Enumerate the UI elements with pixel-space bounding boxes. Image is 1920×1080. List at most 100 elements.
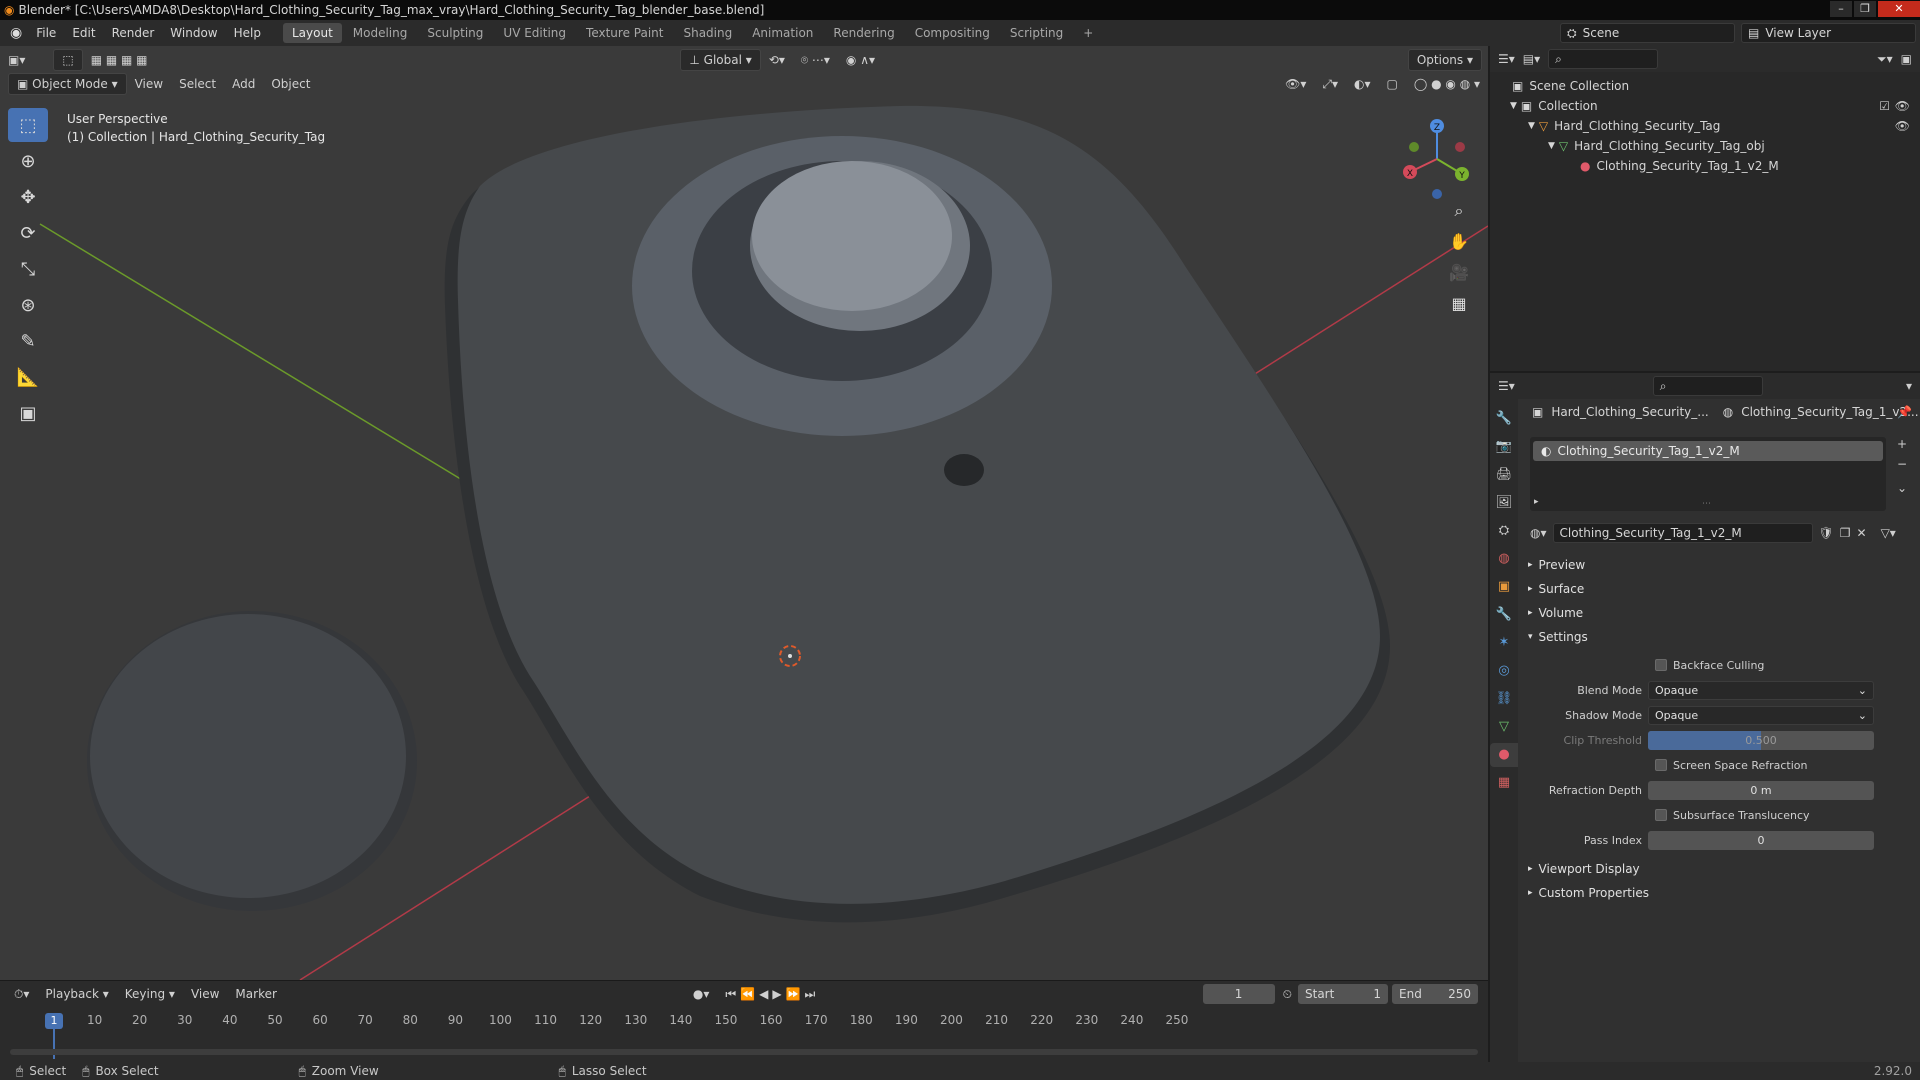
screen-space-refraction-checkbox[interactable] — [1655, 759, 1667, 771]
start-frame-field[interactable]: Start 1 — [1298, 984, 1388, 1004]
timeline-menu-view[interactable]: View — [183, 983, 227, 1005]
current-frame-field[interactable]: 1 — [1202, 984, 1275, 1004]
snap-icon[interactable]: ⌾ ⋯▾ — [793, 49, 838, 71]
add-cube-tool-icon[interactable]: ▣ — [8, 396, 48, 430]
timeline-ruler[interactable]: 10 20 30 40 50 60 70 80 90 100 110 120 130 140 150 160 1… — [0, 1009, 1488, 1031]
pan-hand-icon[interactable]: ✋ — [1444, 227, 1474, 257]
constraints-tab-icon[interactable]: ⛓ — [1490, 687, 1518, 711]
timeline-editor[interactable]: ⏱▾ Playback ▾ Keying ▾ View Marker ●▾ ⏮⏪… — [0, 980, 1488, 1062]
outliner-row-scene-collection[interactable]: ▣ Scene Collection — [1490, 76, 1920, 96]
expand-icon[interactable]: ▼ — [1510, 101, 1517, 111]
camera-view-icon[interactable]: 🎥 — [1444, 258, 1474, 288]
scene-tab-icon[interactable]: ⛭ — [1490, 519, 1518, 543]
refraction-depth-field[interactable]: 0 m — [1648, 780, 1874, 800]
panel-surface[interactable]: ▸ Surface — [1528, 579, 1584, 599]
tab-shading[interactable]: Shading — [674, 23, 741, 43]
tab-animation[interactable]: Animation — [743, 23, 822, 43]
navigation-gizmo[interactable]: Z X Y — [1392, 114, 1482, 204]
eye-icon[interactable]: 👁 — [1895, 99, 1910, 113]
add-slot-button[interactable]: + — [1892, 437, 1912, 457]
slot-specials-button[interactable]: ⌄ — [1892, 481, 1912, 501]
shading-modes-icon[interactable]: ◯ ● ◉ ◍ ▾ — [1406, 73, 1488, 95]
blender-menu-icon[interactable]: ◉ — [0, 25, 28, 41]
filter-icon[interactable]: ⏷▾ — [1877, 52, 1893, 67]
overlays-icon[interactable]: ◐▾ — [1346, 73, 1379, 95]
current-frame-indicator[interactable]: 1 — [45, 1013, 63, 1029]
panel-custom-properties[interactable]: ▸ Custom Properties — [1528, 883, 1649, 903]
tool-tab-icon[interactable]: 🔧 — [1490, 407, 1518, 431]
properties-options-icon[interactable]: ▾ — [1906, 379, 1912, 393]
gizmo-toggle-icon[interactable]: ⤢▾ — [1314, 73, 1346, 95]
end-frame-field[interactable]: End 250 — [1392, 984, 1478, 1004]
zoom-icon[interactable]: ⌕ — [1444, 196, 1474, 226]
object-tab-icon[interactable]: ▣ — [1490, 575, 1518, 599]
add-workspace-button[interactable]: + — [1074, 23, 1102, 43]
render-tab-icon[interactable]: 📷 — [1490, 435, 1518, 459]
tab-rendering[interactable]: Rendering — [824, 23, 903, 43]
material-slot-list[interactable]: ◐ Clothing_Security_Tag_1_v2_M ▸ ⋯ — [1530, 437, 1886, 511]
select-mode-icons[interactable]: ▦ ▦ ▦ ▦ — [83, 49, 156, 71]
menu-file[interactable]: File — [28, 20, 64, 46]
physics-tab-icon[interactable]: ◎ — [1490, 659, 1518, 683]
tab-texture-paint[interactable]: Texture Paint — [577, 23, 672, 43]
checkbox-icon[interactable]: ☑ — [1879, 99, 1890, 113]
menu-window[interactable]: Window — [162, 20, 225, 46]
outliner-search-input[interactable]: ⌕ — [1548, 49, 1659, 69]
timeline-menu-marker[interactable]: Marker — [227, 983, 284, 1005]
expand-icon[interactable]: ▼ — [1528, 121, 1535, 131]
transform-tool-icon[interactable]: ⊛ — [8, 288, 48, 322]
outliner-row-tag[interactable]: ▼ ▽ Hard_Clothing_Security_Tag 👁 — [1490, 116, 1920, 136]
slot-expand-icon[interactable]: ▸ — [1534, 497, 1539, 507]
transform-orientation-select[interactable]: ⊥ Global ▾ — [680, 49, 761, 71]
list-resize-handle[interactable]: ⋯ — [1702, 499, 1711, 509]
pass-index-field[interactable]: 0 — [1648, 830, 1874, 850]
gizmo-neg-z-icon[interactable] — [1432, 189, 1442, 199]
outliner-row-collection[interactable]: ▼ ▣ Collection ☑ 👁 — [1490, 96, 1920, 116]
tab-compositing[interactable]: Compositing — [906, 23, 999, 43]
fake-user-icon[interactable]: 🛡 — [1819, 526, 1834, 540]
editor-type-button[interactable]: ▣▾ — [0, 49, 33, 71]
data-tab-icon[interactable]: ▽ — [1490, 715, 1518, 739]
close-window-button[interactable]: ✕ — [1878, 1, 1920, 17]
material-name-field[interactable]: Clothing_Security_Tag_1_v2_M — [1552, 523, 1813, 543]
move-tool-icon[interactable]: ✥ — [8, 180, 48, 214]
3d-viewport[interactable]: ▣▾ ⬚ ▦ ▦ ▦ ▦ ⊥ Global ▾ ⟲▾ ⌾ ⋯▾ ◉ ∧▾ Opt… — [0, 46, 1488, 980]
cursor-tool-icon[interactable]: ⊕ — [8, 144, 48, 178]
menu-render[interactable]: Render — [104, 20, 163, 46]
playback-controls[interactable]: ⏮⏪◀▶⏩⏭ — [717, 983, 827, 1005]
material-slot-item[interactable]: ◐ Clothing_Security_Tag_1_v2_M — [1533, 441, 1883, 461]
link-mode-icon[interactable]: ▽▾ — [1881, 526, 1896, 540]
tab-scripting[interactable]: Scripting — [1001, 23, 1072, 43]
timeline-scrollbar[interactable] — [10, 1049, 1478, 1055]
tab-layout[interactable]: Layout — [282, 23, 342, 43]
gizmo-neg-x-icon[interactable] — [1455, 142, 1465, 152]
rotate-tool-icon[interactable]: ⟳ — [8, 216, 48, 250]
options-button[interactable]: Options ▾ — [1407, 49, 1483, 71]
outliner-row-tag-obj[interactable]: ▼ ▽ Hard_Clothing_Security_Tag_obj — [1490, 136, 1920, 156]
gizmo-neg-y-icon[interactable] — [1409, 142, 1419, 152]
outliner[interactable]: ☰▾ ▤▾ ⌕ ⏷▾ ▣ ▣ Scene Collection ▼ ▣ Coll… — [1490, 46, 1920, 371]
backface-culling-checkbox[interactable] — [1655, 659, 1667, 671]
ortho-grid-icon[interactable]: ▦ — [1444, 289, 1474, 319]
timeline-menu-playback[interactable]: Playback ▾ — [37, 983, 116, 1005]
clip-threshold-slider[interactable]: 0.500 — [1648, 730, 1874, 750]
select-tool-mode-button[interactable]: ⬚ — [53, 49, 83, 71]
eye-icon[interactable]: 👁 — [1895, 119, 1910, 133]
maximize-button[interactable]: ❐ — [1854, 1, 1876, 17]
panel-settings[interactable]: ▾ Settings — [1528, 627, 1588, 647]
panel-viewport-display[interactable]: ▸ Viewport Display — [1528, 859, 1640, 879]
outliner-editor-type-icon[interactable]: ☰▾ — [1498, 52, 1515, 66]
modifier-tab-icon[interactable]: 🔧 — [1490, 603, 1518, 627]
properties-editor-type-icon[interactable]: ☰▾ — [1498, 379, 1515, 393]
properties-editor[interactable]: ☰▾ ⌕ ▾ 🔧 📷 🖨 🖼 ⛭ ◍ ▣ 🔧 ✶ ◎ ⛓ ▽ ● ▦ ▣ Har… — [1490, 373, 1920, 1062]
scale-tool-icon[interactable]: ⤡ — [8, 252, 48, 286]
timeline-menu-keying[interactable]: Keying ▾ — [117, 983, 183, 1005]
tab-sculpting[interactable]: Sculpting — [418, 23, 492, 43]
pin-icon[interactable]: 📌 — [1897, 405, 1912, 419]
display-mode-icon[interactable]: ▤▾ — [1523, 52, 1540, 66]
outliner-row-material[interactable]: ● Clothing_Security_Tag_1_v2_M — [1490, 156, 1920, 176]
annotate-tool-icon[interactable]: ✎ — [8, 324, 48, 358]
unlink-material-icon[interactable]: ✕ — [1857, 526, 1867, 540]
expand-icon[interactable]: ▼ — [1548, 141, 1555, 151]
output-tab-icon[interactable]: 🖨 — [1490, 463, 1518, 487]
